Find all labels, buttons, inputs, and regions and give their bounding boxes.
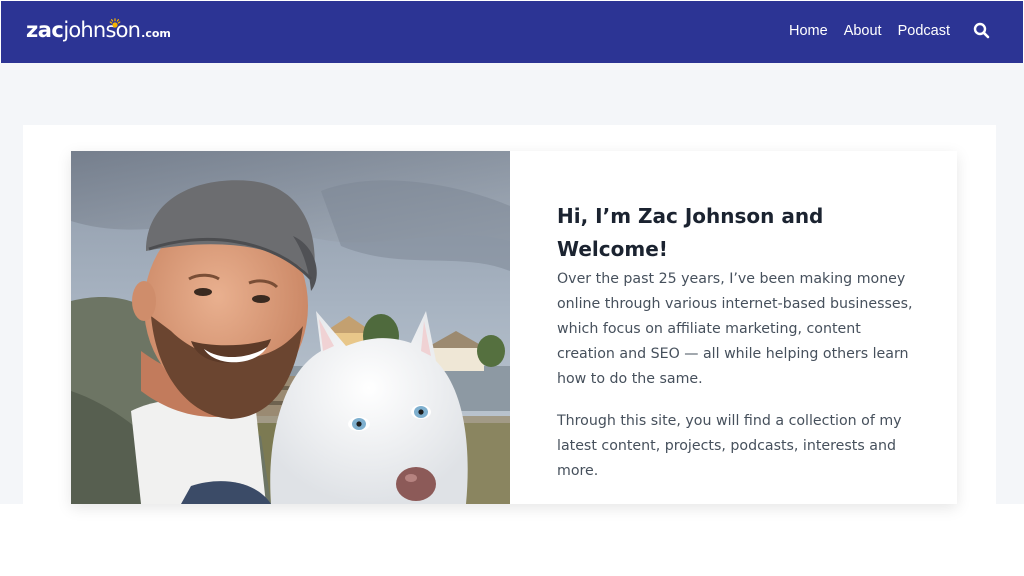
nav-link-home[interactable]: Home <box>789 23 828 39</box>
logo-text-com: .com <box>141 27 171 40</box>
page-title: Hi, I’m Zac Johnson and Welcome! <box>557 204 824 261</box>
search-icon[interactable] <box>973 22 990 39</box>
logo-text-zac: zac <box>26 18 64 42</box>
nav-link-podcast[interactable]: Podcast <box>898 23 950 39</box>
intro-text: Hi, I’m Zac Johnson and Welcome! Over th… <box>557 200 917 484</box>
logo-text-johnson: johnson <box>63 18 141 42</box>
intro-paragraph-2: Through this site, you will find a colle… <box>557 413 902 479</box>
main-nav: Home About Podcast <box>789 23 950 39</box>
site-header: zac johnson .com Home About Podcast <box>1 1 1023 63</box>
site-logo[interactable]: zac johnson .com <box>26 18 171 48</box>
profile-photo <box>71 151 510 504</box>
nav-link-about[interactable]: About <box>844 23 882 39</box>
sun-icon <box>109 18 121 28</box>
intro-paragraph-1: Over the past 25 years, I’ve been making… <box>557 271 913 387</box>
